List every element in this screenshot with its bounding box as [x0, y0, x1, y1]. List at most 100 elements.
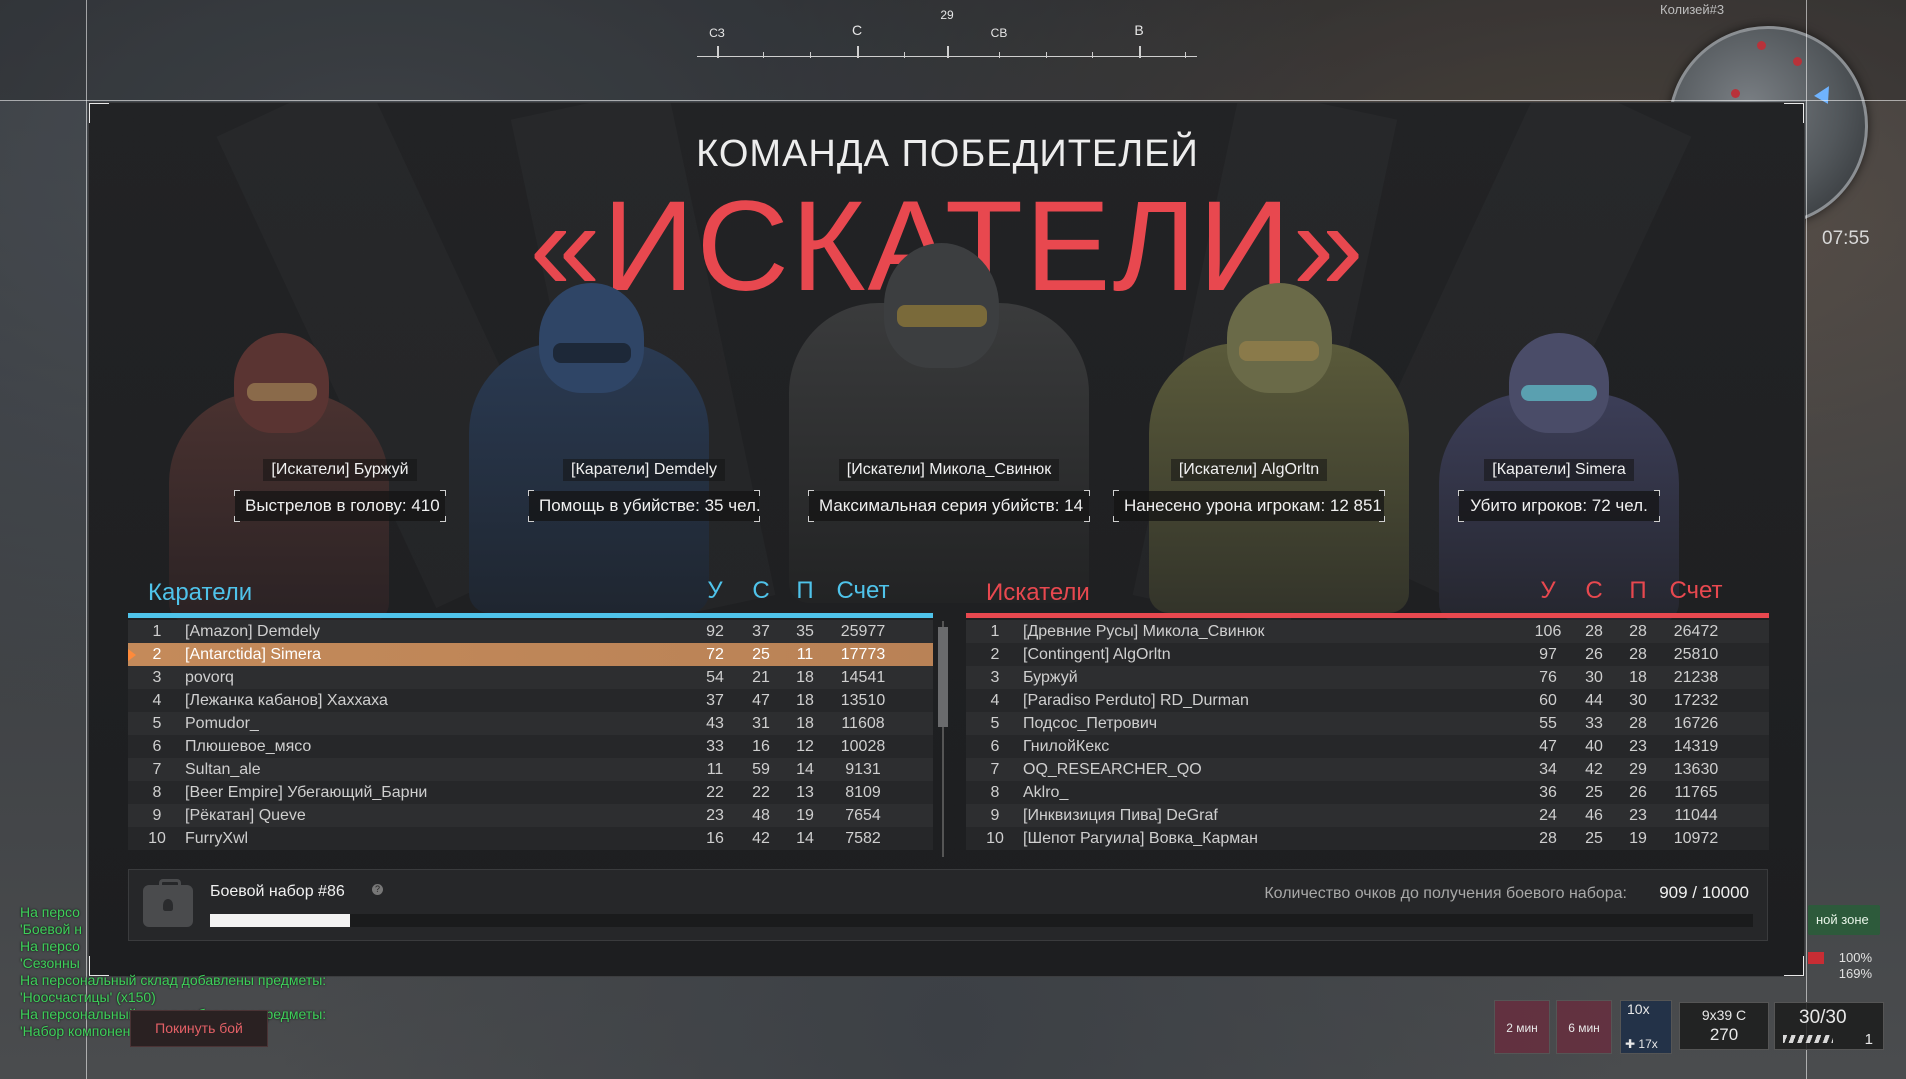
deaths-cell: 30	[1585, 669, 1603, 686]
highlight-plate: [Искатели] AlgOrltn Нанесено урона игрок…	[1113, 459, 1385, 522]
score-cell: 7582	[845, 830, 881, 847]
highlight-player-name: [Искатели] Микола_Свинюк	[838, 459, 1060, 481]
col-score: Счет	[836, 577, 890, 604]
player-name-cell: OQ_RESEARCHER_QO	[1023, 761, 1202, 778]
player-name-cell: Sultan_ale	[185, 761, 261, 778]
rank-cell: 1	[152, 623, 162, 640]
character-helmet	[539, 283, 644, 393]
rank-cell: 8	[990, 784, 1000, 801]
battle-kit-title: Боевой набор #86	[210, 883, 345, 900]
player-name-cell: [Лежанка кабанов] Хаххаха	[185, 692, 388, 709]
assists-cell: 14	[796, 761, 814, 778]
table-row[interactable]: 10 [Шепот Рагуила] Вовка_Карман 28 25 19 1097…	[966, 827, 1769, 850]
table-row[interactable]: 2 [Antarctida] Simera 72 25 11 17773	[128, 643, 933, 666]
table-row[interactable]: 3 Буржуй 76 30 18 21238	[966, 666, 1769, 689]
deaths-cell: 26	[1585, 646, 1603, 663]
quick-slot-2[interactable]: 6 мин	[1556, 1000, 1612, 1054]
player-name-cell: [Antarctida] Simera	[185, 646, 322, 663]
compass-label-e: В	[1134, 22, 1144, 38]
battle-kit-panel: Боевой набор #86 ? Количество очков до п…	[128, 869, 1768, 941]
table-row[interactable]: 4 [Лежанка кабанов] Хаххаха 37 47 18 13510	[128, 689, 933, 712]
rank-cell: 6	[990, 738, 1000, 755]
kills-cell: 37	[706, 692, 724, 709]
ammo-type: 9x39 С 270	[1679, 1002, 1769, 1050]
character-visor	[247, 383, 317, 401]
chat-line: На персо	[20, 904, 80, 920]
rank-cell: 7	[990, 761, 1000, 778]
deaths-cell: 42	[752, 830, 770, 847]
assists-cell: 18	[796, 669, 814, 686]
highlight-player-name: [Искатели] AlgOrltn	[1170, 459, 1328, 481]
rank-cell: 4	[990, 692, 1000, 709]
team-header: Искатели У С П Счет	[966, 573, 1769, 611]
player-name-cell: Подсос_Петрович	[1023, 715, 1158, 732]
kills-cell: 34	[1539, 761, 1557, 778]
character-helmet	[1509, 333, 1609, 433]
score-cell: 13510	[840, 692, 886, 709]
table-row[interactable]: 6 Плюшевое_мясо 33 16 12 10028	[128, 735, 933, 758]
health-indicator: 100% 169%	[1808, 950, 1872, 982]
table-row[interactable]: 6 ГнилойКекс 47 40 23 14319	[966, 735, 1769, 758]
assists-cell: 28	[1629, 623, 1647, 640]
rank-cell: 3	[152, 669, 162, 686]
table-row[interactable]: 9 [Рёкатан] Queve 23 48 19 7654	[128, 804, 933, 827]
team-name: Искатели	[986, 579, 1090, 606]
quick-slot-1[interactable]: 2 мин	[1494, 1000, 1550, 1054]
deaths-cell: 37	[752, 623, 770, 640]
rank-cell: 5	[990, 715, 1000, 732]
score-cell: 17232	[1673, 692, 1719, 709]
table-row[interactable]: 2 [Contingent] AlgOrltn 97 26 28 25810	[966, 643, 1769, 666]
chat-line: 'Сезонны	[20, 955, 80, 971]
table-row[interactable]: 7 OQ_RESEARCHER_QO 34 42 29 13630	[966, 758, 1769, 781]
table-row[interactable]: 7 Sultan_ale 11 59 14 9131	[128, 758, 933, 781]
assists-cell: 29	[1629, 761, 1647, 778]
table-row[interactable]: 5 Pomudor_ 43 31 18 11608	[128, 712, 933, 735]
match-timer: 07:55	[1822, 228, 1870, 249]
table-row[interactable]: 4 [Paradiso Perduto] RD_Durman 60 44 30 17232	[966, 689, 1769, 712]
score-cell: 10028	[840, 738, 886, 755]
leave-battle-button[interactable]: Покинуть бой	[130, 1010, 268, 1047]
compass-tick	[1092, 52, 1093, 58]
deaths-cell: 59	[752, 761, 770, 778]
table-row[interactable]: 8 [Beer Empire] Убегающий_Барни 22 22 13 8109	[128, 781, 933, 804]
character-visor	[897, 305, 987, 327]
table-row[interactable]: 9 [Инквизиция Пива] DeGraf 24 46 23 11044	[966, 804, 1769, 827]
highlight-stat: Выстрелов в голову: 410	[234, 490, 446, 522]
table-row[interactable]: 5 Подсос_Петрович 55 33 28 16726	[966, 712, 1769, 735]
scrollbar-thumb[interactable]	[938, 627, 948, 727]
chat-line: 'Боевой н	[20, 921, 82, 937]
deaths-cell: 22	[752, 784, 770, 801]
player-name-cell: Pomudor_	[185, 715, 259, 732]
info-icon[interactable]: ?	[372, 884, 383, 895]
table-row[interactable]: 3 povorq 54 21 18 14541	[128, 666, 933, 689]
highlight-player-name: [Искатели] Буржуй	[263, 459, 417, 481]
score-cell: 17773	[840, 646, 886, 663]
highlight-stat-text: Помощь в убийстве: 35 чел.	[539, 496, 761, 515]
kills-cell: 36	[1539, 784, 1557, 801]
table-row[interactable]: 1 [Древние Русы] Микола_Свинюк 106 28 28 2647…	[966, 620, 1769, 643]
highlight-player-name: [Каратели] Demdely	[563, 459, 725, 481]
player-name-cell: Плюшевое_мясо	[185, 738, 312, 755]
highlight-stat: Убито игроков: 72 чел.	[1458, 490, 1660, 522]
ammo-reserve: 270	[1709, 1025, 1739, 1044]
table-row[interactable]: 10 FurryXwl 16 42 14 7582	[128, 827, 933, 850]
table-row[interactable]: 1 [Amazon] Demdely 92 37 35 25977	[128, 620, 933, 643]
scope-slot[interactable]: 10x ✚ 17x	[1620, 1000, 1672, 1054]
player-name-cell: FurryXwl	[185, 830, 249, 847]
table-row[interactable]: 8 Aklro_ 36 25 26 11765	[966, 781, 1769, 804]
frame-line	[1806, 0, 1807, 1079]
character-model	[469, 283, 709, 613]
kills-cell: 60	[1539, 692, 1557, 709]
deaths-cell: 47	[752, 692, 770, 709]
player-name-cell: povorq	[185, 669, 234, 686]
deaths-cell: 33	[1585, 715, 1603, 732]
character-visor	[1239, 341, 1319, 361]
compass-tick	[857, 46, 859, 58]
winner-subtitle: КОМАНДА ПОБЕДИТЕЛЕЙ	[696, 133, 1199, 175]
deaths-cell: 16	[752, 738, 770, 755]
scrollbar[interactable]	[938, 621, 948, 857]
assists-cell: 12	[796, 738, 814, 755]
highlight-plate: [Искатели] Буржуй Выстрелов в голову: 41…	[234, 459, 446, 522]
highlight-stat: Нанесено урона игрокам: 12 851	[1113, 490, 1385, 522]
rank-cell: 5	[152, 715, 162, 732]
